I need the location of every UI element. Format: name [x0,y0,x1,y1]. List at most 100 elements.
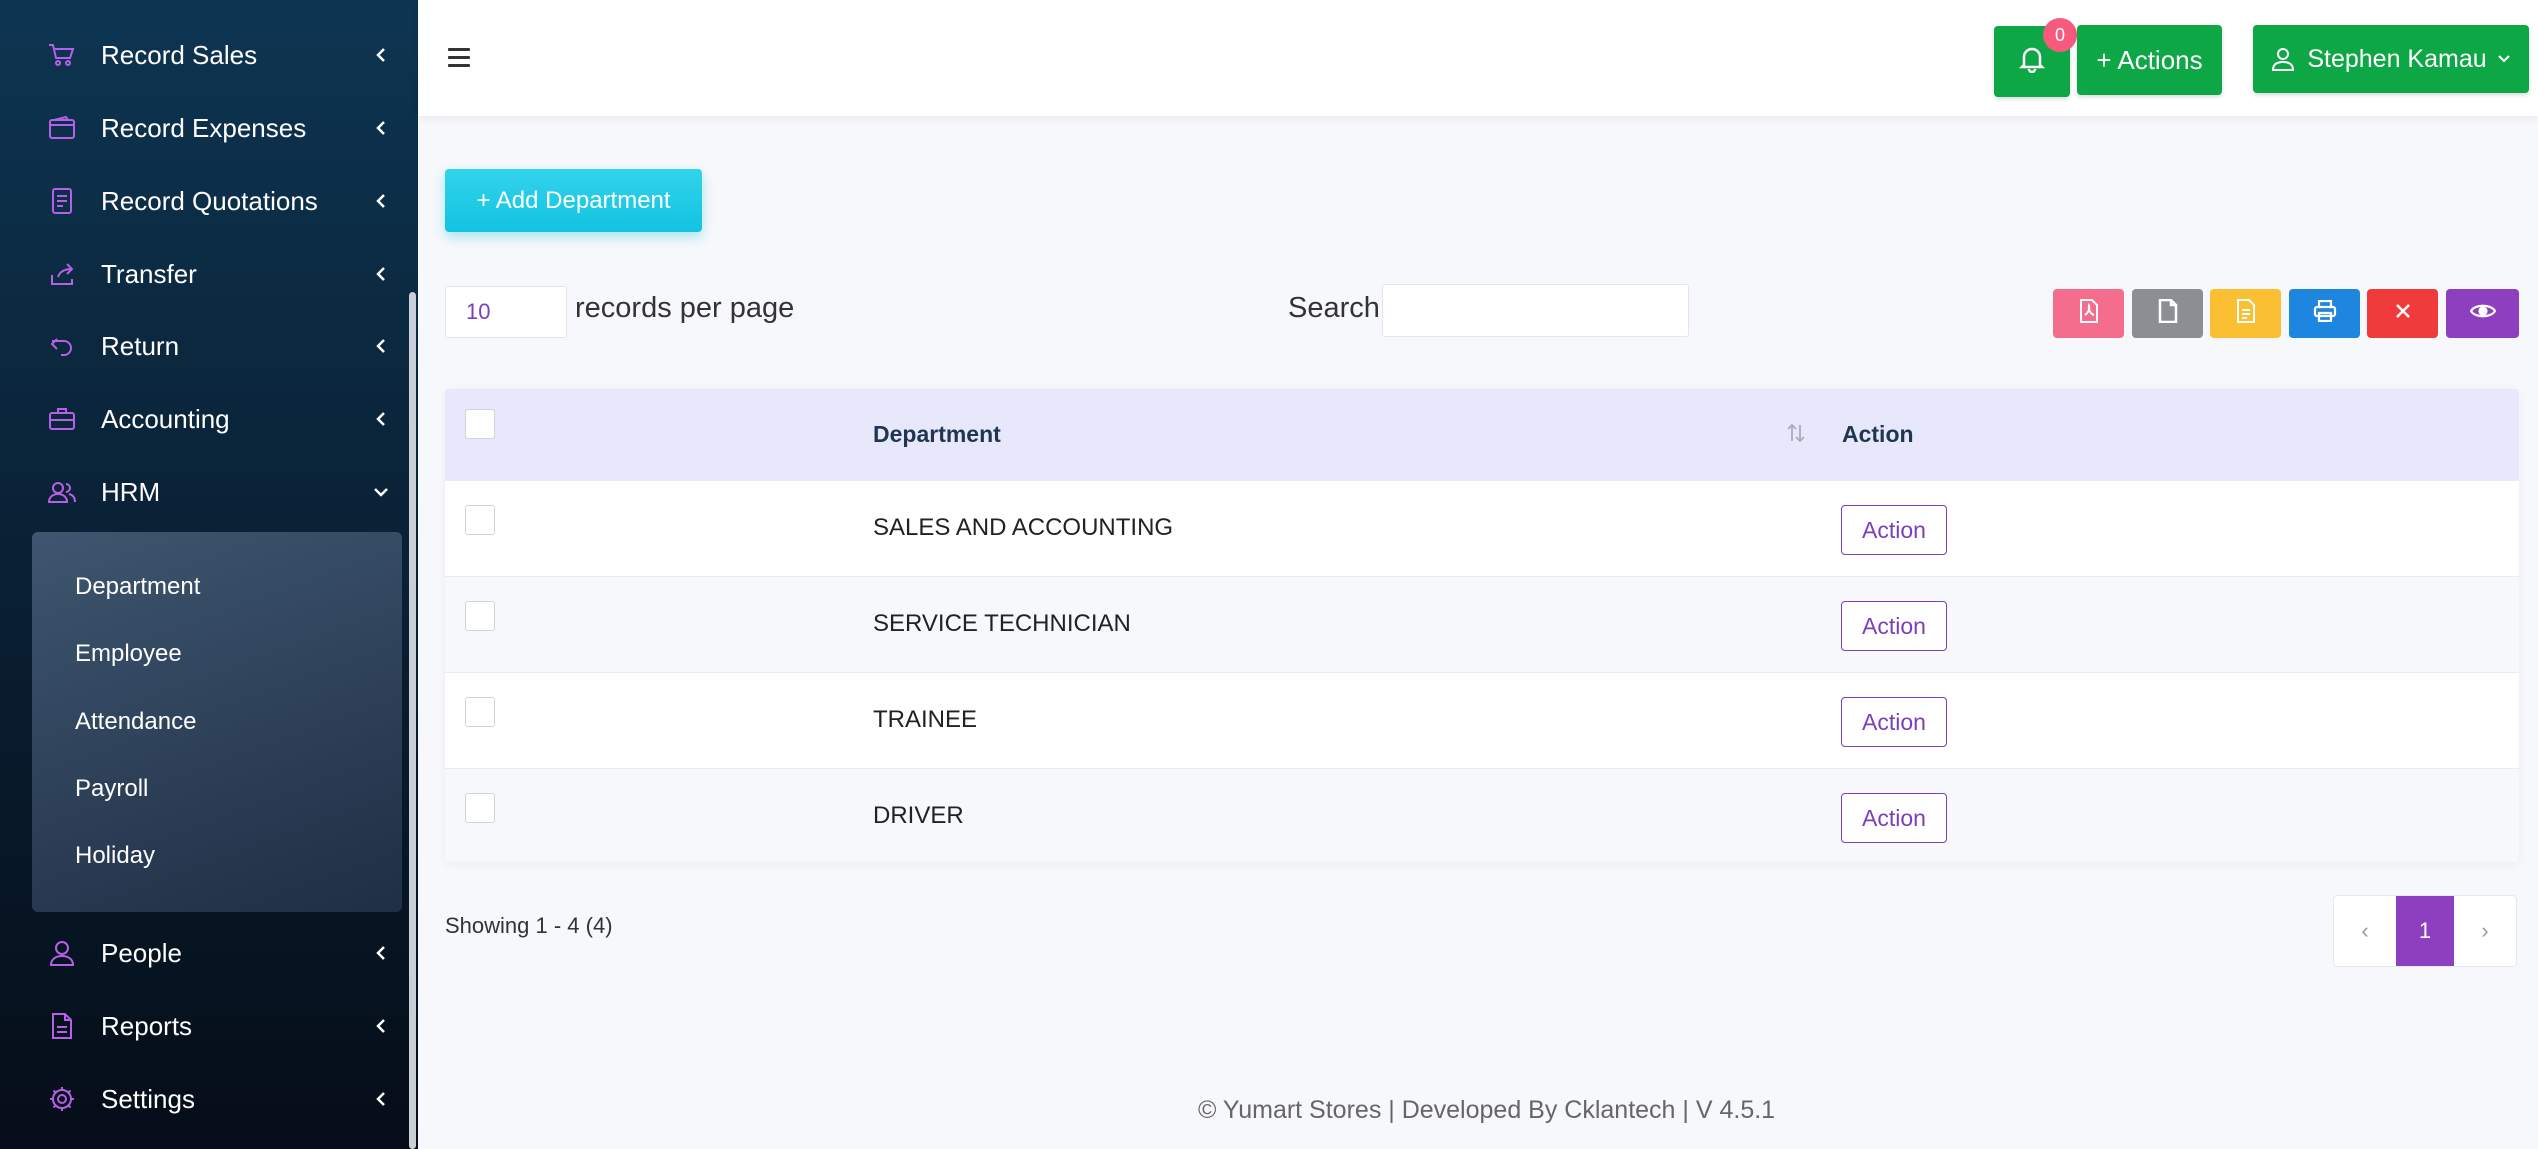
file-icon [2158,298,2178,328]
submenu-item-attendance[interactable]: Attendance [75,708,196,736]
departments-table: Department Action SALES AND ACCOUNTING A… [445,389,2519,862]
select-all-checkbox[interactable] [465,409,495,439]
gear-icon [46,1083,78,1115]
sidebar-item-label: Transfer [101,258,197,289]
sidebar-item-label: Accounting [101,403,230,434]
sidebar-item-label: Record Sales [101,39,258,70]
pagination-summary: Showing 1 - 4 (4) [445,913,613,938]
chevron-left-icon [370,1015,392,1037]
eye-icon [2469,302,2496,325]
sidebar-item-people[interactable]: People [0,923,410,983]
chevron-down-icon [2497,54,2511,64]
submenu-item-holiday[interactable]: Holiday [75,842,155,870]
close-icon [2395,303,2411,324]
toggle-columns-button[interactable] [2446,289,2519,338]
row-checkbox[interactable] [465,601,495,631]
action-button[interactable]: Action [1841,793,1947,843]
user-menu-button[interactable]: Stephen Kamau [2253,25,2529,93]
table-row: SERVICE TECHNICIAN Action [445,576,2519,672]
search-label: Search [1288,292,1380,324]
row-checkbox[interactable] [465,793,495,823]
sidebar-scrollbar[interactable] [409,292,416,1149]
sort-icon[interactable] [1785,422,1807,449]
sidebar-item-return[interactable]: Return [0,316,410,376]
table-row: TRAINEE Action [445,672,2519,768]
add-department-button[interactable]: + Add Department [445,169,702,232]
chevron-left-icon [370,117,392,139]
chevron-left-icon [370,263,392,285]
department-name: TRAINEE [873,706,978,733]
chevron-left-icon [370,44,392,66]
submenu-item-employee[interactable]: Employee [75,640,182,668]
column-header-action: Action [1842,421,1914,447]
department-name: SERVICE TECHNICIAN [873,610,1131,637]
excel-icon [2236,299,2256,328]
share-icon [46,258,78,290]
sidebar-item-label: Reports [101,1010,193,1041]
sidebar-item-label: Return [101,330,180,361]
actions-button[interactable]: + Actions [2077,25,2222,95]
department-name: DRIVER [873,802,964,829]
action-button[interactable]: Action [1841,697,1947,747]
chevron-left-icon [370,335,392,357]
export-pdf-button[interactable] [2053,289,2124,338]
row-checkbox[interactable] [465,505,495,535]
export-excel-button[interactable] [2210,289,2281,338]
table-row: SALES AND ACCOUNTING Action [445,480,2519,576]
sidebar-item-reports[interactable]: Reports [0,996,410,1056]
user-icon [46,937,78,969]
user-name: Stephen Kamau [2307,44,2487,73]
chevron-down-icon [370,481,392,503]
column-header-department[interactable]: Department [873,421,1001,448]
hrm-submenu: Department Employee Attendance Payroll H… [32,532,402,912]
user-icon [2271,47,2295,71]
row-checkbox[interactable] [465,697,495,727]
export-file-button[interactable] [2132,289,2203,338]
sidebar-item-label: Record Expenses [101,112,307,143]
search-input[interactable] [1382,284,1689,337]
sidebar-item-record-quotations[interactable]: Record Quotations [0,171,410,231]
close-button[interactable] [2367,289,2438,338]
pdf-icon [2079,299,2099,328]
print-button[interactable] [2289,289,2360,338]
chevron-left-icon [370,408,392,430]
prev-page-button[interactable]: ‹ [2334,896,2396,966]
sidebar-item-label: HRM [101,476,161,507]
sidebar-item-hrm[interactable]: HRM [0,462,410,522]
chevron-left-icon [370,1088,392,1110]
sidebar-item-record-sales[interactable]: Record Sales [0,25,410,85]
department-name: SALES AND ACCOUNTING [873,514,1174,541]
print-icon [2313,299,2337,327]
users-icon [46,476,78,508]
page-button-1[interactable]: 1 [2396,896,2454,966]
wallet-icon [46,112,78,144]
notification-count-badge: 0 [2043,18,2077,52]
pagination: ‹ 1 › [2333,895,2517,967]
footer-text: © Yumart Stores | Developed By Cklantech… [1198,1096,1776,1124]
records-per-page-label: records per page [575,292,795,324]
menu-toggle-icon[interactable] [448,48,470,68]
sidebar-item-accounting[interactable]: Accounting [0,389,410,449]
next-page-button[interactable]: › [2454,896,2516,966]
table-row: DRIVER Action [445,768,2519,862]
sidebar-item-label: Record Quotations [101,185,318,216]
bell-icon [2018,45,2046,78]
records-per-page-select[interactable]: 10 [445,286,567,338]
document-icon [46,185,78,217]
briefcase-icon [46,403,78,435]
sidebar-item-settings[interactable]: Settings [0,1069,410,1129]
action-button[interactable]: Action [1841,601,1947,651]
sidebar-item-label: Settings [101,1083,195,1114]
chevron-left-icon [370,190,392,212]
sidebar-item-record-expenses[interactable]: Record Expenses [0,98,410,158]
report-icon [46,1010,78,1042]
sidebar: Record Sales Record Expenses Record Quot… [0,0,418,1149]
table-header: Department Action [445,389,2519,480]
sidebar-item-label: People [101,937,182,968]
submenu-item-payroll[interactable]: Payroll [75,775,148,803]
cart-icon [46,39,78,71]
submenu-item-department[interactable]: Department [75,573,200,601]
return-icon [46,330,78,362]
sidebar-item-transfer[interactable]: Transfer [0,244,410,304]
action-button[interactable]: Action [1841,505,1947,555]
